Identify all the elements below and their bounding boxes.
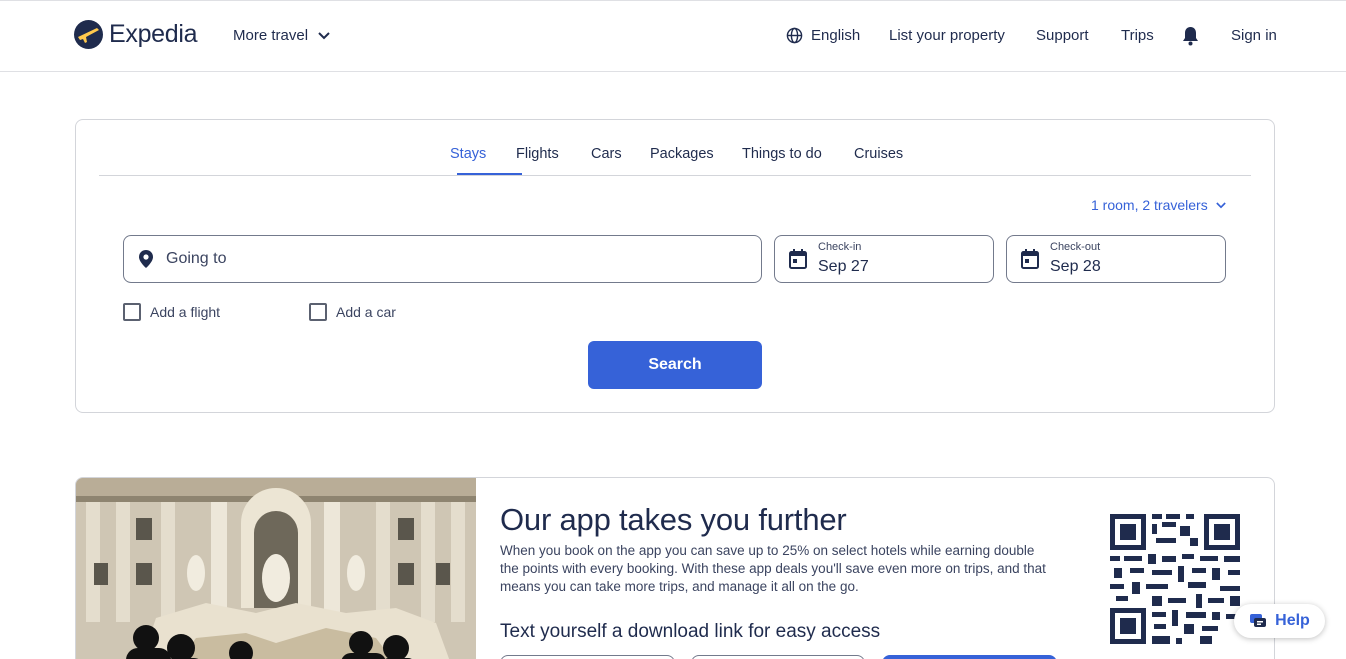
tab-things-to-do[interactable]: Things to do [742,146,822,162]
country-code-select[interactable] [500,655,675,659]
language-label: English [811,27,861,44]
app-promo-banner: Our app takes you further When you book … [75,477,1275,659]
chevron-down-icon [1215,201,1226,208]
promo-title: Our app takes you further [500,502,847,537]
logo-text: Expedia [109,20,198,48]
calendar-icon [1021,249,1039,269]
support-link[interactable]: Support [1036,27,1089,44]
help-button[interactable]: Help [1234,604,1325,638]
qr-code-icon [1108,512,1242,646]
search-button[interactable]: Search [588,341,762,389]
tab-cars[interactable]: Cars [591,146,622,162]
send-link-button[interactable] [882,655,1057,659]
site-header: Expedia More travel English List your pr… [0,0,1346,72]
plane-logo-icon [74,20,103,49]
travelers-selector[interactable]: 1 room, 2 travelers [1091,197,1226,213]
tab-packages[interactable]: Packages [650,146,714,162]
notifications-bell-icon[interactable] [1182,26,1199,50]
sign-in-link[interactable]: Sign in [1231,27,1277,44]
add-car-label: Add a car [336,304,396,320]
promo-subtitle: Text yourself a download link for easy a… [500,621,881,642]
going-to-input[interactable]: Going to [123,235,762,283]
more-travel-menu[interactable]: More travel [233,27,330,44]
search-tabs: Stays Flights Cars Packages Things to do… [99,120,1251,176]
checkbox-box[interactable] [309,303,327,321]
more-travel-label: More travel [233,27,309,44]
expedia-logo[interactable]: Expedia [74,20,198,49]
add-car-checkbox[interactable]: Add a car [309,303,396,321]
chat-bubble-icon [1250,614,1267,627]
trips-link[interactable]: Trips [1121,27,1154,44]
check-out-value: Sep 28 [1050,258,1101,275]
chevron-down-icon [318,31,330,39]
globe-icon [786,27,803,44]
check-in-field[interactable]: Check-in Sep 27 [774,235,994,283]
calendar-icon [789,249,807,269]
add-flight-checkbox[interactable]: Add a flight [123,303,220,321]
tab-flights[interactable]: Flights [516,146,559,162]
check-out-field[interactable]: Check-out Sep 28 [1006,235,1226,283]
search-card: Stays Flights Cars Packages Things to do… [75,119,1275,413]
map-pin-icon [139,250,153,268]
going-to-placeholder: Going to [166,250,227,267]
language-selector[interactable]: English [786,27,860,44]
check-in-label: Check-in [818,241,862,253]
list-property-link[interactable]: List your property [889,27,1005,44]
check-out-label: Check-out [1050,241,1101,253]
travelers-label: 1 room, 2 travelers [1091,197,1208,213]
check-in-value: Sep 27 [818,258,869,275]
promo-description: When you book on the app you can save up… [500,543,1046,594]
add-flight-label: Add a flight [150,304,221,320]
help-label: Help [1275,612,1310,629]
tab-cruises[interactable]: Cruises [854,146,903,162]
tab-stays[interactable]: Stays [450,146,486,162]
phone-number-input[interactable] [691,655,865,659]
checkbox-box[interactable] [123,303,141,321]
trevi-fountain-image [76,478,476,659]
active-tab-indicator [457,173,522,175]
